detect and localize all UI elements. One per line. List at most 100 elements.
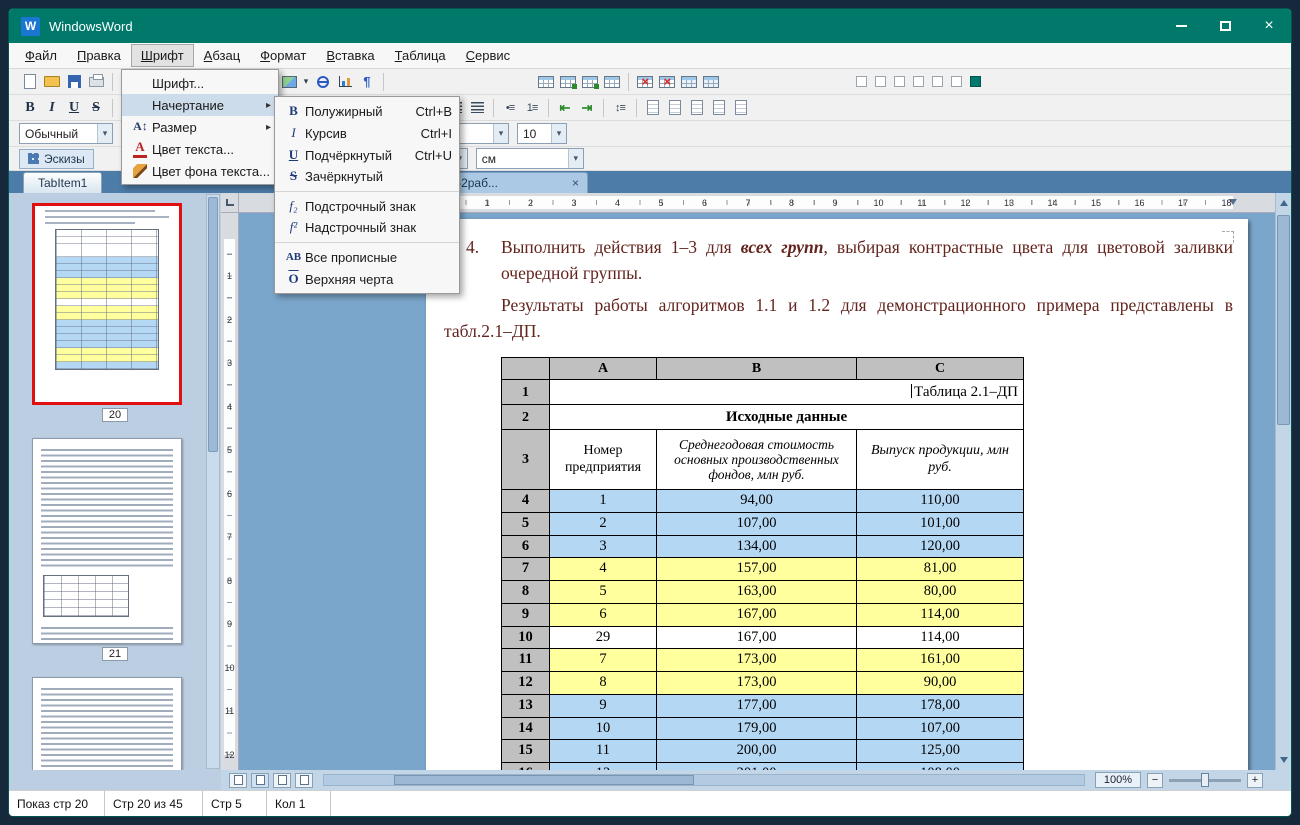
- insert-column-button[interactable]: [579, 71, 601, 93]
- insert-hyperlink-button[interactable]: [312, 71, 334, 93]
- chevron-down-icon[interactable]: ▾: [97, 124, 112, 143]
- print-button[interactable]: [85, 71, 107, 93]
- page-layout-two-button[interactable]: [664, 97, 686, 119]
- cell-c[interactable]: 161,00: [856, 648, 1024, 672]
- border-right-checkbox[interactable]: [932, 76, 943, 87]
- align-justify-button[interactable]: [466, 97, 488, 119]
- cell-c[interactable]: 107,00: [856, 716, 1024, 741]
- table-properties-button[interactable]: [601, 71, 623, 93]
- cell-b[interactable]: 163,00: [656, 580, 857, 604]
- merge-cells-button[interactable]: [678, 71, 700, 93]
- delete-table-button[interactable]: [634, 71, 656, 93]
- font-menu-item[interactable]: A↕ Размер ▸: [122, 116, 278, 138]
- page-container[interactable]: 4. Выполнить действия 1–3 для всех групп,…: [239, 213, 1275, 770]
- scrollbar-thumb[interactable]: [1277, 215, 1290, 425]
- zoom-in-button[interactable]: +: [1247, 772, 1263, 788]
- submenu-item[interactable]: S Зачёркнутый: [275, 166, 459, 192]
- menubar-item[interactable]: Шрифт: [130, 44, 194, 67]
- cell-c[interactable]: 120,00: [856, 534, 1024, 559]
- page-layout-width-button[interactable]: [686, 97, 708, 119]
- table-row[interactable]: 12 8 173,00 90,00: [501, 671, 1024, 695]
- thumbnails-scrollbar[interactable]: [206, 194, 220, 769]
- chevron-down-icon[interactable]: ▾: [551, 124, 566, 143]
- cell-a[interactable]: 9: [549, 693, 657, 718]
- thumbnail-page-20[interactable]: [32, 203, 182, 405]
- cell-c[interactable]: 114,00: [856, 602, 1024, 627]
- cell-c[interactable]: 101,00: [856, 511, 1024, 536]
- underline-button[interactable]: U: [63, 97, 85, 119]
- table-row[interactable]: 6 3 134,00 120,00: [501, 534, 1024, 559]
- table-row[interactable]: 11 7 173,00 161,00: [501, 648, 1024, 672]
- insert-row-button[interactable]: [557, 71, 579, 93]
- cell-c[interactable]: 125,00: [856, 739, 1024, 763]
- submenu-item[interactable]: U Подчёркнутый Ctrl+U: [275, 144, 459, 166]
- tab-tabitem1[interactable]: TabItem1: [23, 172, 103, 193]
- font-menu-item[interactable]: Цвет фона текста...: [122, 160, 278, 182]
- open-button[interactable]: [41, 71, 63, 93]
- column-letter-b[interactable]: B: [656, 357, 857, 380]
- chevron-down-icon[interactable]: ▾: [567, 149, 583, 168]
- font-menu-item[interactable]: Начертание ▸: [122, 94, 278, 116]
- horizontal-scrollbar[interactable]: [323, 774, 1085, 786]
- cell-a[interactable]: 6: [549, 602, 657, 627]
- tab-close-icon[interactable]: ×: [572, 176, 579, 190]
- maximize-button[interactable]: [1203, 9, 1247, 43]
- table-caption-row[interactable]: 1 Таблица 2.1–ДП: [501, 379, 1024, 405]
- menubar-item[interactable]: Формат: [250, 44, 316, 67]
- strikethrough-button[interactable]: S: [85, 97, 107, 119]
- menubar-item[interactable]: Сервис: [456, 44, 521, 67]
- cell-c[interactable]: 114,00: [856, 625, 1024, 650]
- cell-b[interactable]: 173,00: [656, 671, 857, 695]
- view-mode-normal-button[interactable]: [229, 772, 247, 788]
- menubar-item[interactable]: Вставка: [316, 44, 384, 67]
- cell-a[interactable]: 11: [549, 739, 657, 763]
- cell-a[interactable]: 7: [549, 648, 657, 672]
- cell-c[interactable]: 80,00: [856, 580, 1024, 604]
- table-subtitle-cell[interactable]: Исходные данные: [549, 404, 1024, 430]
- cell-b[interactable]: 167,00: [656, 625, 857, 650]
- table-row[interactable]: 5 2 107,00 101,00: [501, 511, 1024, 536]
- table-row[interactable]: 4 1 94,00 110,00: [501, 489, 1024, 513]
- vertical-scrollbar[interactable]: [1275, 193, 1291, 770]
- split-cells-button[interactable]: [700, 71, 722, 93]
- italic-button[interactable]: I: [41, 97, 63, 119]
- cell-a[interactable]: 4: [549, 557, 657, 581]
- document-page[interactable]: 4. Выполнить действия 1–3 для всех групп,…: [426, 219, 1248, 770]
- thumbnail-page-22[interactable]: [32, 677, 182, 770]
- cell-b[interactable]: 94,00: [656, 489, 857, 513]
- show-formatting-button[interactable]: ¶: [356, 71, 378, 93]
- cell-b[interactable]: 173,00: [656, 648, 857, 672]
- menubar-item[interactable]: Абзац: [194, 44, 250, 67]
- minimize-button[interactable]: [1159, 9, 1203, 43]
- cell-a[interactable]: 3: [549, 534, 657, 559]
- font-menu-item[interactable]: A Цвет текста...: [122, 138, 278, 160]
- submenu-item[interactable]: f₂ Подстрочный знак: [275, 195, 459, 217]
- zoom-out-button[interactable]: −: [1147, 772, 1163, 788]
- font-size-combo[interactable]: 10 ▾: [517, 123, 567, 144]
- cell-c[interactable]: 81,00: [856, 557, 1024, 581]
- table-header-row[interactable]: 3 Номер предприятия Среднегодовая стоимо…: [501, 429, 1024, 490]
- paragraph-list-item[interactable]: 4. Выполнить действия 1–3 для всех групп,…: [444, 234, 1233, 287]
- submenu-item[interactable]: O Верхняя черта: [275, 268, 459, 290]
- view-mode-outline-button[interactable]: [273, 772, 291, 788]
- column-letter-a[interactable]: A: [549, 357, 657, 380]
- border-left-checkbox[interactable]: [913, 76, 924, 87]
- insert-chart-button[interactable]: [334, 71, 356, 93]
- border-inner-checkbox[interactable]: [894, 76, 905, 87]
- titlebar[interactable]: W WindowsWord ×: [9, 9, 1291, 43]
- cell-b[interactable]: 179,00: [656, 716, 857, 741]
- menubar-item[interactable]: Файл: [15, 44, 67, 67]
- table-row[interactable]: 13 9 177,00 178,00: [501, 693, 1024, 718]
- table-row[interactable]: 9 6 167,00 114,00: [501, 602, 1024, 627]
- delete-cells-button[interactable]: [656, 71, 678, 93]
- cell-c[interactable]: 110,00: [856, 489, 1024, 513]
- header-cell-a[interactable]: Номер предприятия: [549, 429, 657, 490]
- view-mode-layout-button[interactable]: [251, 772, 269, 788]
- cell-a[interactable]: 12: [549, 762, 657, 770]
- data-table[interactable]: A B C 1 Таблица 2.1–ДП 2 Исходные данные…: [501, 357, 1024, 770]
- border-none-checkbox[interactable]: [856, 76, 867, 87]
- table-row[interactable]: 14 10 179,00 107,00: [501, 716, 1024, 741]
- tab-selector[interactable]: [221, 193, 239, 213]
- border-all-checkbox[interactable]: [951, 76, 962, 87]
- cell-b[interactable]: 167,00: [656, 602, 857, 627]
